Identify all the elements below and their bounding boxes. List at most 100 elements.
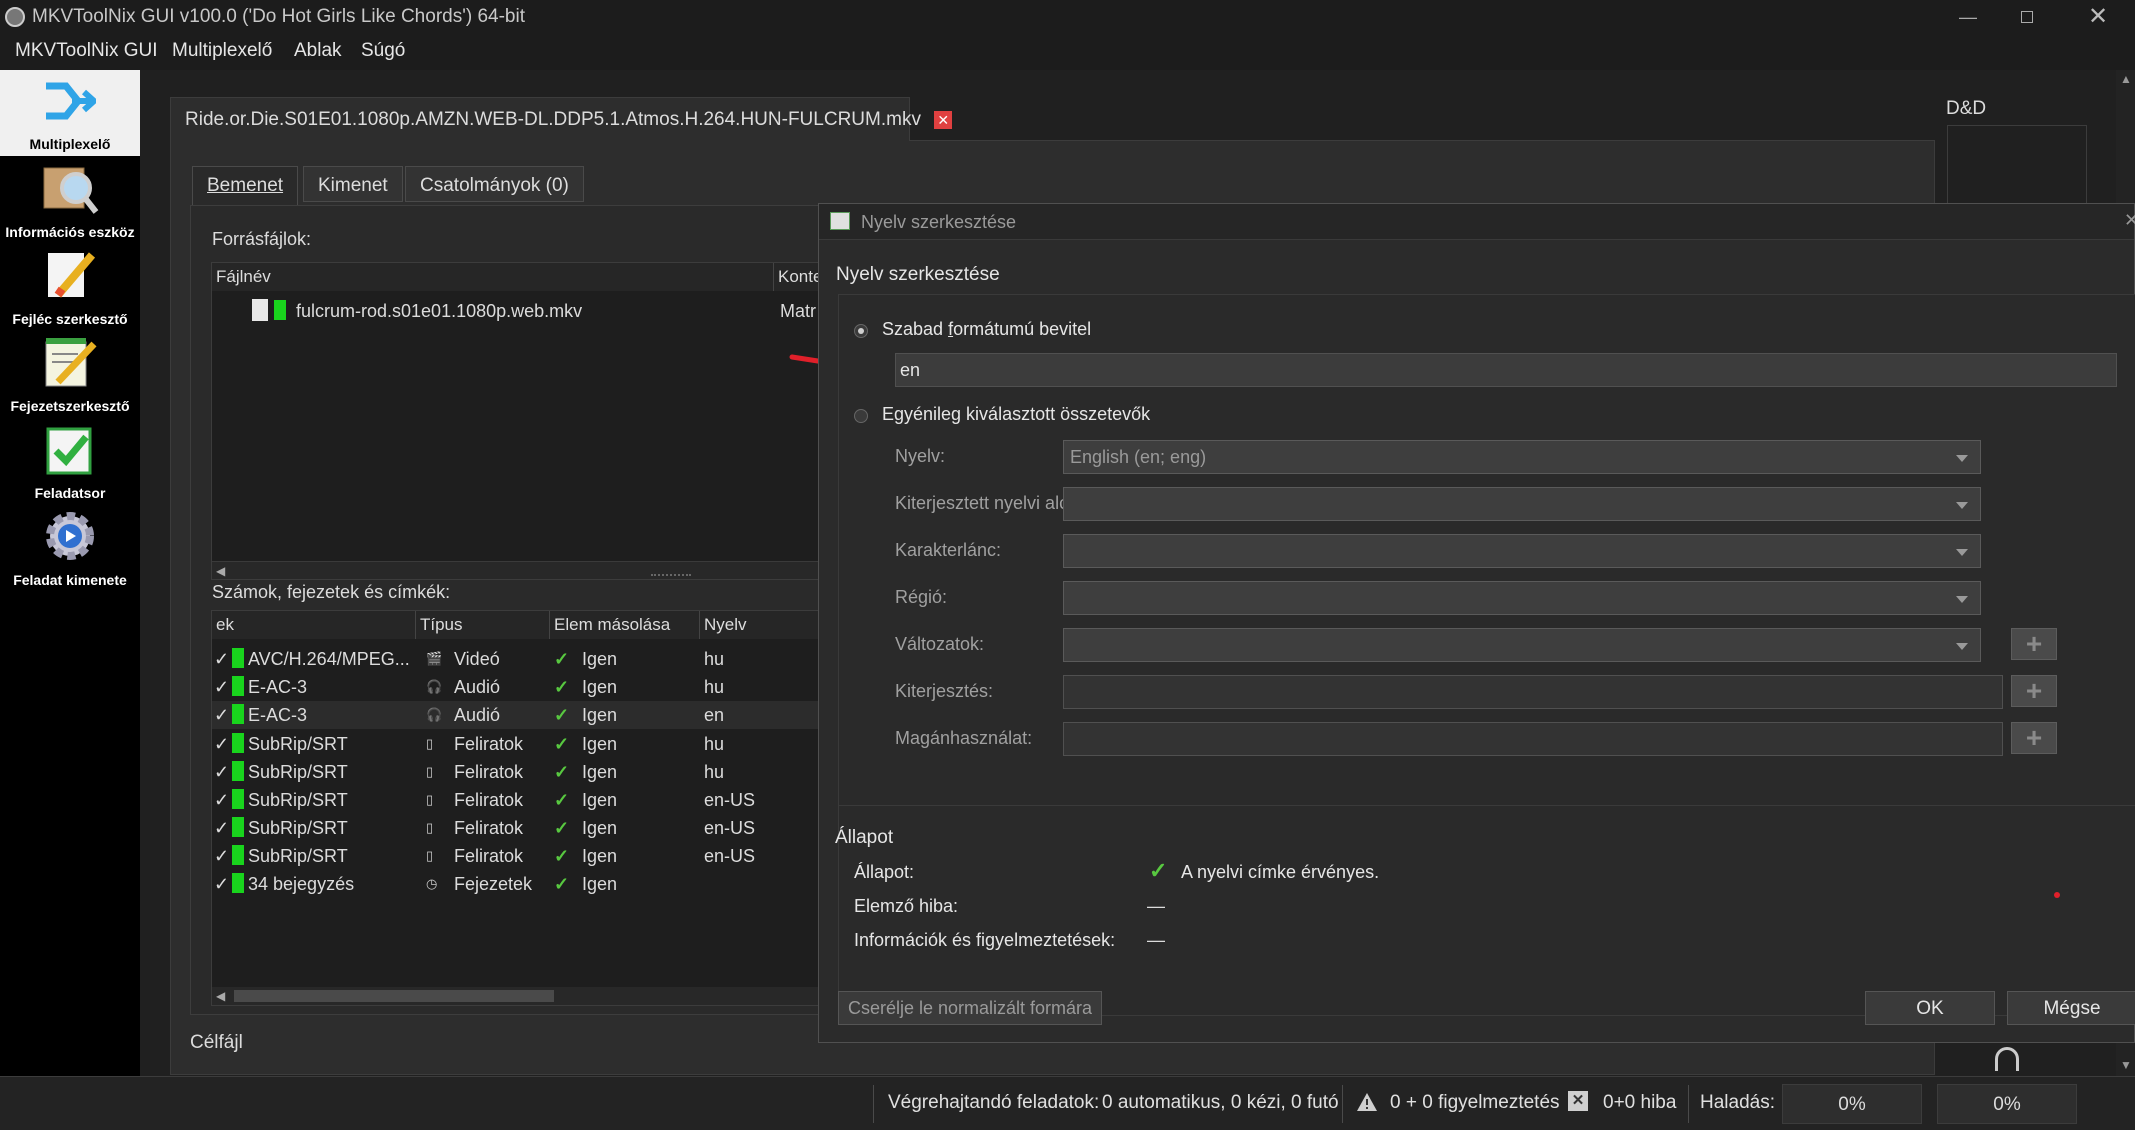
language-select[interactable]: English (en; eng) <box>1063 440 1981 474</box>
close-window-icon[interactable]: ✕ <box>2078 0 2118 34</box>
track-color-marker <box>232 648 244 668</box>
track-row[interactable]: ✓ E-AC-3 🎧 Audió ✓ Igen en <box>212 701 852 729</box>
menu-multiplexer[interactable]: Multiplexelő <box>172 40 272 62</box>
status-heading: Állapot <box>835 827 894 848</box>
horizontal-scrollbar[interactable]: ◀ <box>212 987 842 1005</box>
scrollbar-thumb[interactable] <box>234 990 554 1002</box>
tab-output[interactable]: Kimenet <box>303 166 403 202</box>
track-copy: Igen <box>582 818 618 838</box>
script-select[interactable] <box>1063 534 1981 568</box>
job-output-icon <box>46 512 94 560</box>
free-form-input[interactable]: en <box>895 353 2117 387</box>
horizontal-scrollbar[interactable]: ◀ <box>212 561 842 579</box>
splitter-handle[interactable] <box>651 574 691 578</box>
column-header-filename[interactable]: Fájlnév <box>212 263 774 291</box>
sidebar-item-info-tool[interactable]: Információs eszköz <box>0 158 140 244</box>
scroll-left-icon[interactable]: ◀ <box>216 564 225 578</box>
components-label[interactable]: Egyénileg kiválasztott összetevők <box>882 404 1150 425</box>
cancel-button[interactable]: Mégse <box>2007 991 2135 1025</box>
track-language: en-US <box>704 818 756 838</box>
track-color-marker <box>232 817 244 837</box>
sidebar-item-job-output[interactable]: Feladat kimenete <box>0 506 140 592</box>
scroll-down-icon[interactable]: ▼ <box>2120 1058 2132 1072</box>
track-checkbox-icon[interactable]: ✓ <box>214 734 229 755</box>
tracks-list[interactable]: ek Típus Elem másolása Nyelv ✓ AVC/H.264/… <box>211 610 852 1006</box>
track-row[interactable]: ✓ SubRip/SRT ▯ Feliratok ✓ Igen en-US <box>212 814 852 842</box>
info-tool-icon <box>43 167 99 214</box>
track-type: Feliratok <box>454 846 524 866</box>
file-tab[interactable]: Ride.or.Die.S01E01.1080p.AMZN.WEB-DL.DDP… <box>170 97 953 141</box>
track-codec: SubRip/SRT <box>248 762 348 782</box>
copy-check-icon: ✓ <box>554 874 570 894</box>
extended-subtag-select[interactable] <box>1063 487 1981 521</box>
menu-help[interactable]: Súgó <box>361 40 405 62</box>
maximize-icon[interactable] <box>2006 2 2046 32</box>
normalize-button[interactable]: Cserélje le normalizált formára <box>838 991 1102 1025</box>
dialog-title: Nyelv szerkesztése <box>861 212 1017 232</box>
errors-count[interactable]: 0+0 hiba <box>1603 1092 1676 1114</box>
track-codec: 34 bejegyzés <box>248 874 355 894</box>
source-file-row[interactable]: fulcrum-rod.s01e01.1080p.web.mkv Matr <box>212 297 852 325</box>
track-row[interactable]: ✓ AVC/H.264/MPEG... 🎬 Videó ✓ Igen hu <box>212 645 852 673</box>
region-select[interactable] <box>1063 581 1981 615</box>
track-row[interactable]: ✓ SubRip/SRT ▯ Feliratok ✓ Igen hu <box>212 758 852 786</box>
copy-check-icon: ✓ <box>554 677 570 697</box>
track-checkbox-icon[interactable]: ✓ <box>214 874 229 895</box>
scroll-up-icon[interactable]: ▲ <box>2120 72 2132 86</box>
track-copy: Igen <box>582 874 618 894</box>
source-files-list[interactable]: Fájlnév Konte fulcrum-rod.s01e01.1080p.w… <box>211 262 842 580</box>
add-extension-button[interactable]: + <box>2011 675 2057 707</box>
components-group: Szabad formátumú bevitel en Egyénileg ki… <box>835 294 2135 1016</box>
sidebar-label: Feladat kimenete <box>13 572 127 588</box>
sidebar-item-job-queue[interactable]: Feladatsor <box>0 419 140 505</box>
ok-button[interactable]: OK <box>1865 991 1995 1025</box>
tab-attachments[interactable]: Csatolmányok (0) <box>405 166 584 202</box>
sidebar-item-multiplexer[interactable]: Multiplexelő <box>0 70 140 156</box>
warnings-count[interactable]: 0 + 0 figyelmeztetés <box>1390 1092 1560 1114</box>
track-checkbox-icon[interactable]: ✓ <box>214 790 229 811</box>
track-row[interactable]: ✓ SubRip/SRT ▯ Feliratok ✓ Igen en-US <box>212 842 852 870</box>
extension-input[interactable] <box>1063 675 2003 709</box>
window-title: MKVToolNix GUI v100.0 ('Do Hot Girls Lik… <box>32 6 525 27</box>
dialog-close-icon[interactable]: ✕ <box>2124 210 2135 231</box>
sidebar-item-chapter-editor[interactable]: Fejezetszerkesztő <box>0 332 140 418</box>
pending-jobs-value: 0 automatikus, 0 kézi, 0 futó <box>1102 1092 1339 1113</box>
tab-input[interactable]: Bemenet <box>192 166 299 206</box>
track-checkbox-icon[interactable]: ✓ <box>214 677 229 698</box>
sidebar-item-header-editor[interactable]: Fejléc szerkesztő <box>0 245 140 331</box>
track-checkbox-icon[interactable]: ✓ <box>214 705 229 726</box>
column-header-copy[interactable]: Elem másolása <box>550 611 700 639</box>
track-checkbox-icon[interactable]: ✓ <box>214 762 229 783</box>
minimize-icon[interactable]: — <box>1948 2 1988 32</box>
components-radio[interactable] <box>854 409 868 423</box>
track-row[interactable]: ✓ E-AC-3 🎧 Audió ✓ Igen hu <box>212 673 852 701</box>
track-checkbox-icon[interactable]: ✓ <box>214 649 229 670</box>
track-color-marker <box>232 704 244 724</box>
add-private-use-button[interactable]: + <box>2011 722 2057 754</box>
track-checkbox-icon[interactable]: ✓ <box>214 846 229 867</box>
column-header-codec[interactable]: ek <box>212 611 416 639</box>
track-language: hu <box>704 734 725 754</box>
private-use-input[interactable] <box>1063 722 2003 756</box>
column-header-type[interactable]: Típus <box>416 611 550 639</box>
track-codec: SubRip/SRT <box>248 818 348 838</box>
free-form-label[interactable]: Szabad formátumú bevitel <box>882 319 1091 340</box>
target-file-label: Célfájl <box>190 1032 243 1053</box>
variants-select[interactable] <box>1063 628 1981 662</box>
track-row[interactable]: ✓ 34 bejegyzés ◷ Fejezetek ✓ Igen <box>212 870 852 898</box>
menu-window[interactable]: Ablak <box>294 40 342 62</box>
add-variant-button[interactable]: + <box>2011 628 2057 660</box>
track-row[interactable]: ✓ SubRip/SRT ▯ Feliratok ✓ Igen hu <box>212 730 852 758</box>
chapter-editor-icon <box>45 338 97 387</box>
track-type: Feliratok <box>454 790 524 810</box>
scroll-left-icon[interactable]: ◀ <box>216 989 225 1003</box>
track-checkbox-icon[interactable]: ✓ <box>214 818 229 839</box>
track-row[interactable]: ✓ SubRip/SRT ▯ Feliratok ✓ Igen en-US <box>212 786 852 814</box>
free-form-radio[interactable] <box>854 324 868 338</box>
dnd-drop-area[interactable] <box>1947 125 2087 205</box>
sidebar-label: Fejezetszerkesztő <box>10 398 130 414</box>
extension-label: Kiterjesztés: <box>895 681 994 701</box>
track-color-marker <box>232 676 244 696</box>
menu-mkvtoolnix[interactable]: MKVToolNix GUI <box>15 40 158 62</box>
close-tab-icon[interactable]: ✕ <box>934 110 953 129</box>
